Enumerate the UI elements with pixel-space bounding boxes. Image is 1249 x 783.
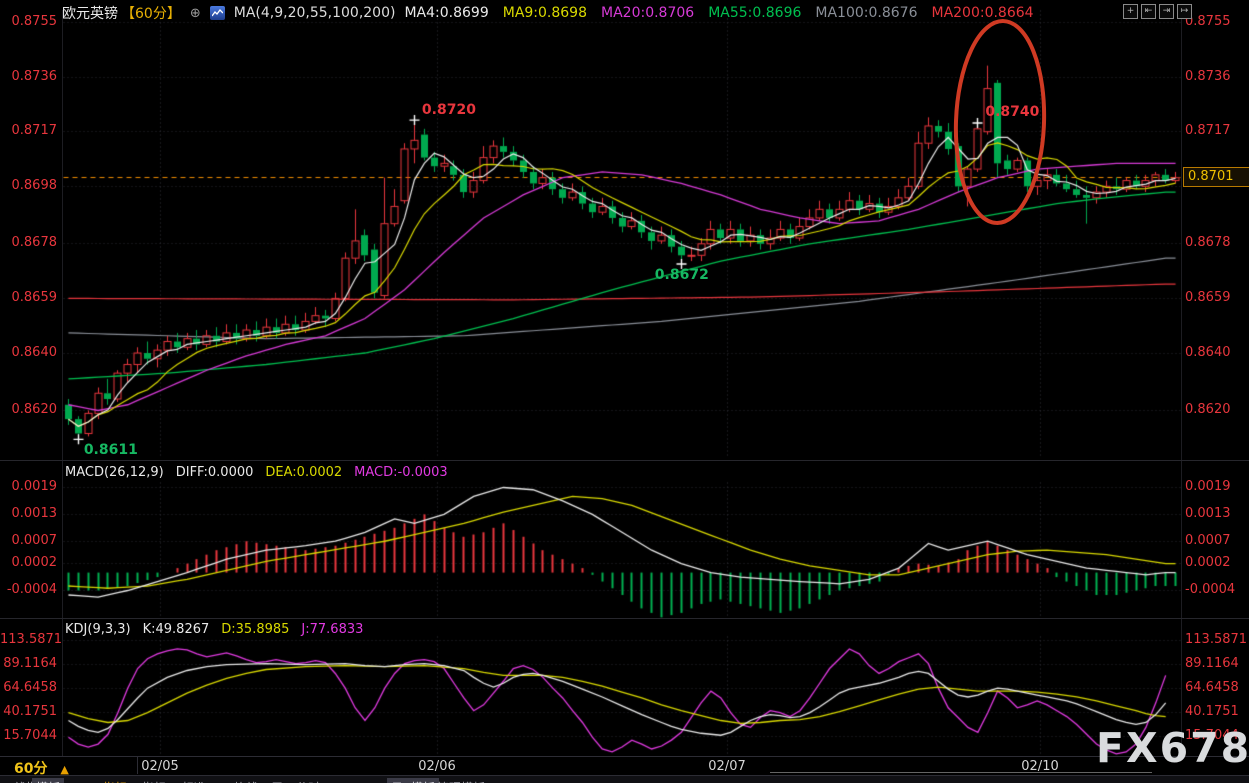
macd-axis-label-left: 0.0002	[0, 555, 57, 571]
indicator-value-label: J:77.6833	[301, 622, 363, 637]
pane-divider[interactable]	[0, 618, 1249, 619]
time-axis-label: 02/10	[1021, 759, 1058, 774]
price-axis-label-left: 0.8620	[0, 402, 57, 418]
indicator-value-label: D:35.8985	[221, 622, 289, 637]
macd-axis-label-right: 0.0019	[1185, 479, 1231, 495]
price-axis-label-right: 0.8717	[1185, 123, 1231, 139]
macd-header: MACD(26,12,9) DIFF:0.0000 DEA:0.0002 MACD:-…	[65, 465, 448, 480]
kdj-header: KDJ(9,3,3) K:49.8267 D:35.8985 J:77.6833	[65, 622, 363, 637]
indicator-value-label: DIFF:0.0000	[176, 465, 254, 480]
price-axis-label-left: 0.8736	[0, 69, 57, 85]
ma-settings-label: MA(4,9,20,55,100,200)	[234, 5, 396, 21]
toolbar-item[interactable]: 模板	[32, 778, 64, 783]
kdj-axis-label-left: 40.1751	[0, 704, 57, 720]
kdj-axis-label-left: 15.7044	[0, 728, 57, 744]
period-cell-divider	[137, 757, 138, 774]
crosshair-move-icon[interactable]: +	[1123, 4, 1138, 19]
indicator-value-label: MACD(26,12,9)	[65, 465, 164, 480]
price-axis-label-left: 0.8640	[0, 345, 57, 361]
add-indicator-icon[interactable]: ⊕	[190, 6, 201, 21]
time-axis-label: 02/07	[708, 759, 745, 774]
macd-axis-label-right: 0.0013	[1185, 506, 1231, 522]
time-axis-label: 02/05	[141, 759, 178, 774]
kdj-axis-label-left: 89.1164	[0, 656, 57, 672]
indicator-value-label: MACD:-0.0003	[354, 465, 448, 480]
kdj-axis-label-right: 89.1164	[1185, 656, 1239, 672]
price-axis-label-right: 0.8736	[1185, 69, 1231, 85]
indicator-value-label: KDJ(9,3,3)	[65, 622, 131, 637]
price-axis-label-right: 0.8640	[1185, 345, 1231, 361]
price-axis-label-left: 0.8698	[0, 178, 57, 194]
toolbar-item[interactable]: 管理模板	[433, 778, 489, 783]
macd-axis-label-right: -0.0004	[1185, 582, 1235, 598]
indicator-value-label: K:49.8267	[143, 622, 210, 637]
right-axis-border	[1181, 10, 1182, 756]
symbol-name: 欧元英镑	[62, 3, 118, 23]
chart-canvas[interactable]	[0, 0, 1249, 783]
left-axis-border	[62, 10, 63, 756]
fx678-watermark: FX678	[1096, 724, 1249, 772]
kdj-axis-label-left: 64.6458	[0, 680, 57, 696]
ma-legend-item: MA100:0.8676	[815, 5, 917, 21]
ma-legend-item: MA4:0.8699	[404, 5, 488, 21]
price-axis-label-left: 0.8659	[0, 290, 57, 306]
kdj-axis-label-right: 40.1751	[1185, 704, 1239, 720]
price-axis-label-left: 0.8755	[0, 14, 57, 30]
toolbar-item[interactable]: 指标	[138, 778, 170, 783]
price-axis-label-left: 0.8678	[0, 235, 57, 251]
toolbar-item[interactable]: ATR指标	[76, 778, 131, 783]
chart-corner-toolbar: +⇤⇥↦	[1123, 4, 1192, 19]
macd-axis-label-left: -0.0004	[0, 582, 57, 598]
price-annotation-high: 0.8740	[985, 104, 1039, 120]
time-axis-label: 02/06	[418, 759, 455, 774]
macd-axis-label-right: 0.0002	[1185, 555, 1231, 571]
pane-divider[interactable]	[0, 460, 1249, 461]
price-annotation-low: 0.8672	[655, 267, 709, 283]
range-scrollbar[interactable]	[770, 772, 1152, 773]
ma-legend-item: MA200:0.8664	[931, 5, 1033, 21]
kdj-axis-label-left: 113.5871	[0, 632, 57, 648]
toolbar-item[interactable]: 分时	[292, 778, 324, 783]
ma-legend: MA4:0.8699 MA9:0.8698 MA20:0.8706 MA55:0.86…	[404, 5, 1033, 21]
bottom-toolbar: K线指标模板ATR指标指标标准均线周分时日K模板管理模板	[0, 775, 1249, 783]
chart-header: 欧元英镑 【60分】 ⊕ MA(4,9,20,55,100,200) MA4:0…	[62, 3, 1034, 23]
kdj-axis-label-right: 64.6458	[1185, 680, 1239, 696]
price-axis-label-right: 0.8620	[1185, 402, 1231, 418]
macd-axis-label-right: 0.0007	[1185, 533, 1231, 549]
price-axis-label-left: 0.8717	[0, 123, 57, 139]
kdj-axis-label-right: 113.5871	[1185, 632, 1247, 648]
time-axis-divider	[0, 756, 1249, 757]
ma-legend-item: MA9:0.8698	[503, 5, 587, 21]
toolbar-item[interactable]: 周	[267, 778, 287, 783]
price-axis-label-right: 0.8659	[1185, 290, 1231, 306]
axis-zoom-right-icon[interactable]: ⇥	[1159, 4, 1174, 19]
macd-axis-label-left: 0.0007	[0, 533, 57, 549]
macd-axis-label-left: 0.0019	[0, 479, 57, 495]
chart-window: 欧元英镑 【60分】 ⊕ MA(4,9,20,55,100,200) MA4:0…	[0, 0, 1249, 783]
price-annotation-high: 0.8720	[422, 102, 476, 118]
axis-shift-icon[interactable]: ↦	[1177, 4, 1192, 19]
indicator-value-label: DEA:0.0002	[265, 465, 342, 480]
price-axis-label-right: 0.8678	[1185, 235, 1231, 251]
axis-zoom-left-icon[interactable]: ⇤	[1141, 4, 1156, 19]
toolbar-item[interactable]: 均线	[230, 778, 262, 783]
price-annotation-low: 0.8611	[84, 442, 138, 458]
current-price-box: 0.8701	[1183, 167, 1249, 187]
ma-legend-item: MA55:0.8696	[708, 5, 801, 21]
ma-legend-item: MA20:0.8706	[601, 5, 694, 21]
toolbar-item[interactable]: 日K模板	[387, 778, 439, 783]
chart-style-icon[interactable]	[210, 6, 225, 20]
macd-axis-label-left: 0.0013	[0, 506, 57, 522]
toolbar-item[interactable]: 标准	[178, 778, 210, 783]
timeframe-label[interactable]: 【60分】	[121, 3, 181, 23]
